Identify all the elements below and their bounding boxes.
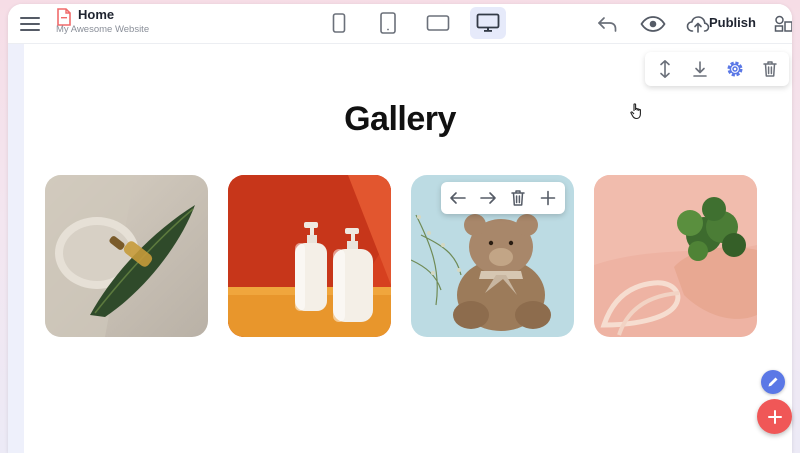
publish-button[interactable]: Publish — [709, 15, 756, 30]
gallery-title[interactable]: Gallery — [24, 100, 776, 139]
tablet-portrait-icon[interactable] — [370, 7, 406, 39]
section-toolbar — [645, 52, 789, 86]
page-title[interactable]: Home — [78, 7, 114, 22]
move-vertical-icon[interactable] — [652, 57, 678, 81]
trash-icon[interactable] — [505, 186, 531, 210]
undo-icon[interactable] — [593, 8, 621, 40]
phone-icon[interactable] — [321, 7, 357, 39]
menu-icon[interactable] — [18, 12, 42, 36]
add-element-button[interactable] — [757, 399, 792, 434]
arrow-left-icon[interactable] — [445, 186, 471, 210]
lotion-bottles-image[interactable] — [228, 175, 391, 337]
image-toolbar — [441, 182, 565, 214]
plus-icon[interactable] — [535, 186, 561, 210]
download-icon[interactable] — [687, 57, 713, 81]
left-sidebar-strip — [8, 44, 24, 453]
preview-eye-icon[interactable] — [638, 8, 668, 40]
plant-tote-image[interactable] — [594, 175, 757, 337]
pencil-icon[interactable] — [761, 370, 785, 394]
arrow-right-icon[interactable] — [475, 186, 501, 210]
tablet-landscape-icon[interactable] — [420, 7, 456, 39]
leaf-serum-image[interactable] — [45, 175, 208, 337]
gear-icon[interactable] — [722, 57, 748, 81]
desktop-icon[interactable] — [470, 7, 506, 39]
site-name: My Awesome Website — [56, 24, 150, 35]
trash-icon[interactable] — [757, 57, 783, 81]
cloud-upload-icon[interactable] — [686, 8, 710, 40]
top-bar: Home My Awesome Website Publish — [8, 4, 792, 44]
shapes-icon[interactable] — [774, 8, 792, 40]
